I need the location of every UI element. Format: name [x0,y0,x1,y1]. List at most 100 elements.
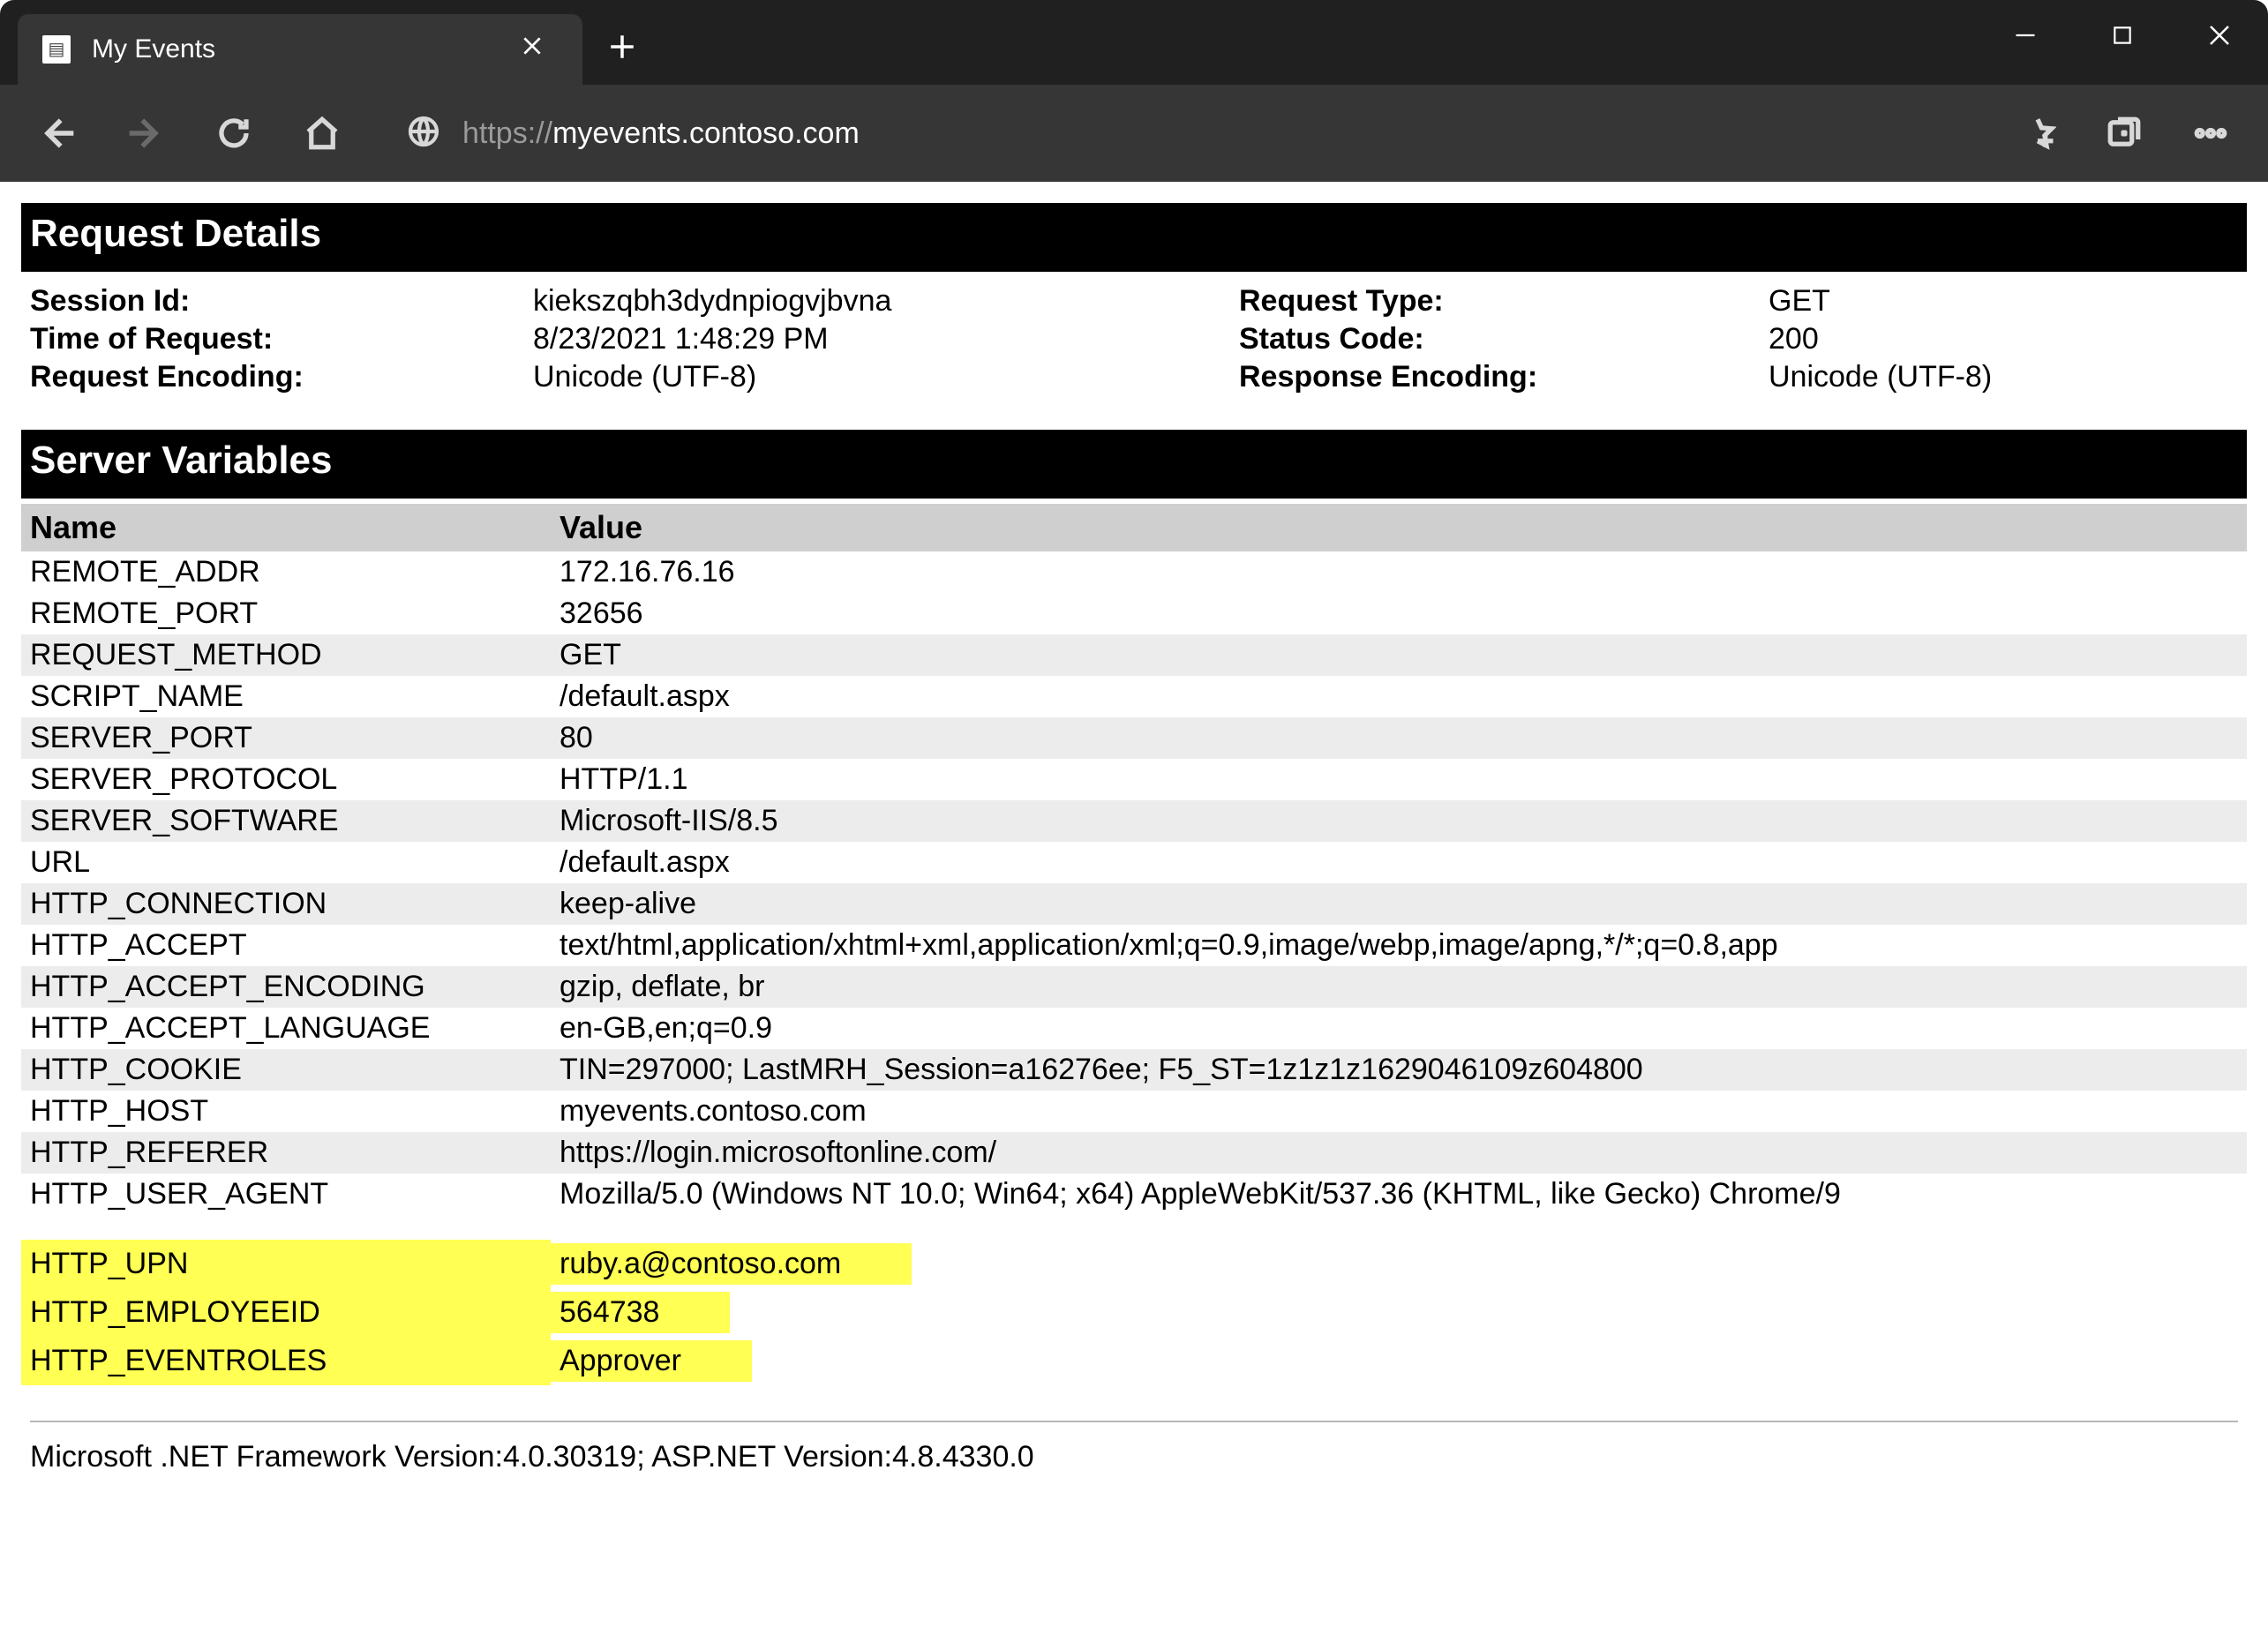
value-session-id: kiekszqbh3dydnpiogvjbvna [533,284,1239,319]
cell-name: REQUEST_METHOD [21,634,551,676]
close-window-button[interactable] [2171,0,2268,71]
value-request-type: GET [1769,284,2238,319]
table-row: SCRIPT_NAME/default.aspx [21,676,2247,717]
cell-value: 172.16.76.16 [551,551,2247,593]
cell-value: 32656 [551,593,2247,634]
label-time-of-request: Time of Request: [30,322,533,356]
label-response-encoding: Response Encoding: [1239,360,1769,394]
cell-value: /default.aspx [551,842,2247,883]
browser-tab[interactable]: ▤ My Events [18,14,582,85]
tab-strip: ▤ My Events [0,0,662,85]
url-text: https://myevents.contoso.com [462,116,860,151]
home-button[interactable] [282,94,362,173]
toolbar-right [1998,94,2250,173]
cell-value: /default.aspx [551,676,2247,717]
table-row-highlighted: HTTP_EMPLOYEEID564738 [21,1288,2247,1337]
divider [30,1421,2238,1422]
browser-window: ▤ My Events [0,0,2268,1650]
cell-value: gzip, deflate, br [551,966,2247,1008]
cell-value: GET [551,634,2247,676]
table-row: SERVER_PORT80 [21,717,2247,759]
titlebar: ▤ My Events [0,0,2268,85]
cell-value: 80 [551,717,2247,759]
collections-button[interactable] [2084,94,2164,173]
cell-name: HTTP_ACCEPT_ENCODING [21,966,551,1008]
table-row: SERVER_SOFTWAREMicrosoft-IIS/8.5 [21,800,2247,842]
label-request-type: Request Type: [1239,284,1769,319]
cell-value: HTTP/1.1 [551,759,2247,800]
table-row: REMOTE_PORT32656 [21,593,2247,634]
page-content: Request Details Session Id: kiekszqbh3dy… [0,182,2268,1510]
cell-value: en-GB,en;q=0.9 [551,1008,2247,1049]
url-host: myevents.contoso.com [552,116,860,150]
table-row-highlighted: HTTP_UPNruby.a@contoso.com [21,1240,2247,1288]
forward-button[interactable] [106,94,185,173]
close-tab-button[interactable] [510,27,554,71]
value-request-encoding: Unicode (UTF-8) [533,360,1239,394]
cell-name: REMOTE_ADDR [21,551,551,593]
col-name: Name [21,504,551,551]
table-row: HTTP_ACCEPT_ENCODINGgzip, deflate, br [21,966,2247,1008]
table-row: URL/default.aspx [21,842,2247,883]
address-bar[interactable]: https://myevents.contoso.com [388,100,1971,167]
favorites-button[interactable] [1998,94,2077,173]
cell-name: URL [21,842,551,883]
more-button[interactable] [2171,94,2250,173]
cell-name: SERVER_PORT [21,717,551,759]
new-tab-button[interactable] [582,11,662,87]
cell-value: ruby.a@contoso.com [551,1240,2247,1288]
back-button[interactable] [18,94,97,173]
refresh-button[interactable] [194,94,274,173]
maximize-button[interactable] [2074,0,2171,71]
value-status-code: 200 [1769,322,2238,356]
table-row: SERVER_PROTOCOLHTTP/1.1 [21,759,2247,800]
cell-name: HTTP_CONNECTION [21,883,551,925]
table-row: REMOTE_ADDR172.16.76.16 [21,551,2247,593]
page-favicon-icon: ▤ [42,35,71,64]
table-row-highlighted: HTTP_EVENTROLESApprover [21,1337,2247,1385]
request-details-header: Request Details [21,203,2247,272]
cell-name: HTTP_REFERER [21,1132,551,1174]
server-variables-table: Name Value REMOTE_ADDR172.16.76.16REMOTE… [21,504,2247,1385]
table-spacer [21,1215,2247,1240]
window-controls [1977,0,2268,85]
footer-version: Microsoft .NET Framework Version:4.0.303… [21,1440,2247,1510]
cell-value: Mozilla/5.0 (Windows NT 10.0; Win64; x64… [551,1174,2247,1215]
cell-value: 564738 [551,1288,2247,1337]
browser-toolbar: https://myevents.contoso.com [0,85,2268,182]
cell-name: HTTP_HOST [21,1091,551,1132]
site-info-icon[interactable] [406,114,441,154]
label-status-code: Status Code: [1239,322,1769,356]
value-response-encoding: Unicode (UTF-8) [1769,360,2238,394]
cell-name: SERVER_PROTOCOL [21,759,551,800]
cell-value: Approver [551,1337,2247,1385]
cell-name: REMOTE_PORT [21,593,551,634]
cell-name: HTTP_UPN [21,1240,551,1288]
request-details-grid: Session Id: kiekszqbh3dydnpiogvjbvna Req… [21,272,2247,430]
minimize-button[interactable] [1977,0,2074,71]
table-row: REQUEST_METHODGET [21,634,2247,676]
cell-value: keep-alive [551,883,2247,925]
cell-value: text/html,application/xhtml+xml,applicat… [551,925,2247,966]
label-session-id: Session Id: [30,284,533,319]
table-row: HTTP_HOSTmyevents.contoso.com [21,1091,2247,1132]
cell-name: SERVER_SOFTWARE [21,800,551,842]
value-time-of-request: 8/23/2021 1:48:29 PM [533,322,1239,356]
col-value: Value [551,504,2247,551]
cell-value: Microsoft-IIS/8.5 [551,800,2247,842]
table-row: HTTP_ACCEPT_LANGUAGEen-GB,en;q=0.9 [21,1008,2247,1049]
cell-value: https://login.microsoftonline.com/ [551,1132,2247,1174]
cell-name: HTTP_USER_AGENT [21,1174,551,1215]
cell-value: TIN=297000; LastMRH_Session=a16276ee; F5… [551,1049,2247,1091]
cell-name: HTTP_ACCEPT_LANGUAGE [21,1008,551,1049]
table-row: HTTP_USER_AGENTMozilla/5.0 (Windows NT 1… [21,1174,2247,1215]
cell-name: HTTP_EMPLOYEEID [21,1288,551,1337]
table-row: HTTP_ACCEPTtext/html,application/xhtml+x… [21,925,2247,966]
cell-name: SCRIPT_NAME [21,676,551,717]
table-row: HTTP_COOKIETIN=297000; LastMRH_Session=a… [21,1049,2247,1091]
url-scheme: https:// [462,116,552,150]
label-request-encoding: Request Encoding: [30,360,533,394]
cell-name: HTTP_COOKIE [21,1049,551,1091]
table-header-row: Name Value [21,504,2247,551]
table-row: HTTP_REFERERhttps://login.microsoftonlin… [21,1132,2247,1174]
